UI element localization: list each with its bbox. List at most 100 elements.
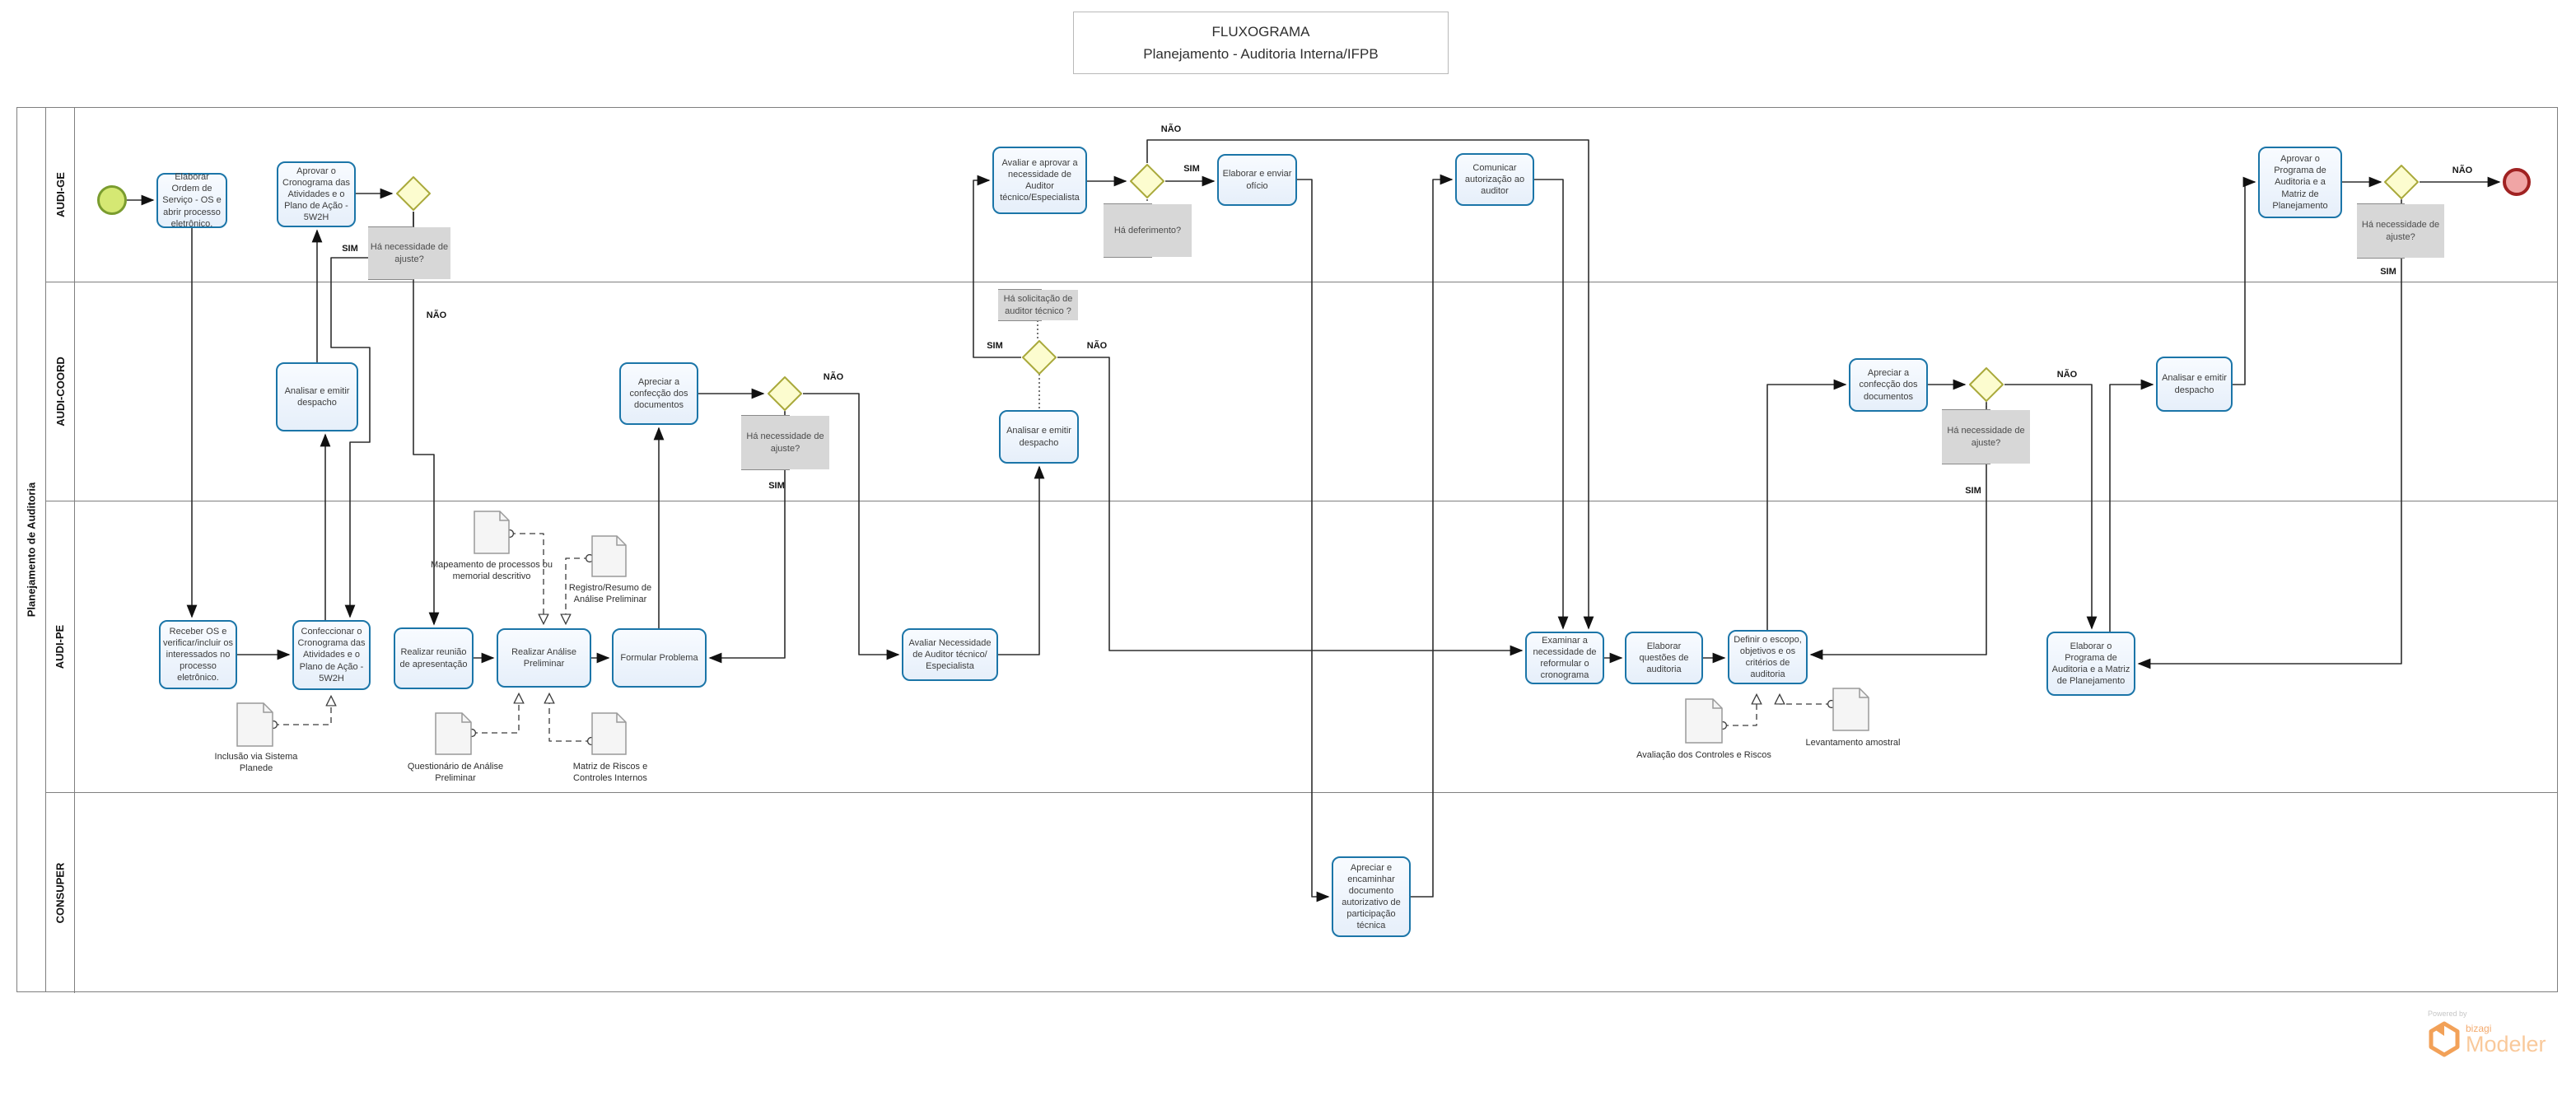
gateway-solicitacao[interactable]: [1021, 339, 1057, 380]
bizagi-product-text: Modeler: [2466, 1033, 2546, 1056]
assoc-matriz-to-analise: [549, 694, 591, 741]
doc-matriz-riscos-icon[interactable]: [591, 712, 627, 755]
diagram-subtitle: Planejamento - Auditoria Interna/IFPB: [1143, 46, 1378, 63]
doc-questionario-analise-icon[interactable]: [435, 712, 472, 755]
doc-matriz-riscos-label: Matriz de Riscos e Controles Internos: [553, 761, 668, 785]
label-sim-2: SIM: [768, 481, 785, 491]
label-sim-3: SIM: [1183, 164, 1200, 174]
annotation-ajuste-3: Há necessidade de ajuste?: [1942, 410, 2030, 464]
annotation-ajuste-1-text: Há necessidade de ajuste?: [370, 241, 449, 266]
annotation-ajuste-4: Há necessidade de ajuste?: [2357, 204, 2444, 258]
start-event[interactable]: [97, 185, 127, 215]
task-elaborar-enviar-oficio[interactable]: Elaborar e enviar ofício: [1217, 154, 1297, 206]
flow-comunicar-to-examinar: [1534, 180, 1563, 628]
task-analisar-despacho-1[interactable]: Analisar e emitir despacho: [276, 362, 358, 431]
powered-by-text: Powered by: [2428, 1010, 2546, 1018]
task-confeccionar-cronograma[interactable]: Confeccionar o Cronograma das Atividades…: [292, 620, 371, 690]
task-elaborar-enviar-oficio-label: Elaborar e enviar ofício: [1221, 168, 1293, 191]
task-realizar-reuniao[interactable]: Realizar reunião de apresentação: [394, 627, 474, 689]
task-aprovar-cronograma[interactable]: Aprovar o Cronograma das Atividades e o …: [277, 161, 356, 227]
task-comunicar-autorizacao-label: Comunicar autorização ao auditor: [1459, 162, 1530, 197]
doc-levantamento-amostral-icon[interactable]: [1832, 688, 1869, 731]
task-elaborar-questoes[interactable]: Elaborar questões de auditoria: [1625, 632, 1703, 684]
task-definir-escopo[interactable]: Definir o escopo, objetivos e os critéri…: [1728, 630, 1808, 684]
gateway-ajuste-2[interactable]: [767, 375, 803, 416]
assoc-levantamento-to-definir: [1780, 695, 1832, 704]
label-nao-5: NÃO: [2057, 370, 2077, 380]
end-event[interactable]: [2503, 168, 2531, 196]
doc-questionario-analise-label: Questionário de Análise Preliminar: [394, 761, 517, 785]
task-apreciar-encaminhar-label: Apreciar e encaminhar documento autoriza…: [1336, 862, 1407, 931]
doc-registro-resumo-icon[interactable]: [591, 535, 627, 577]
task-elaborar-programa-label: Elaborar o Programa de Auditoria e a Mat…: [2051, 641, 2131, 687]
task-examinar-necessidade[interactable]: Examinar a necessidade de reformular o c…: [1525, 632, 1604, 684]
task-realizar-analise-preliminar[interactable]: Realizar Análise Preliminar: [497, 628, 591, 688]
annotation-ajuste-1: Há necessidade de ajuste?: [368, 227, 450, 279]
doc-avaliacao-controles-icon[interactable]: [1685, 698, 1723, 744]
annotation-deferimento-text: Há deferimento?: [1114, 225, 1181, 237]
assoc-questionario-to-analise: [472, 694, 519, 733]
task-aprovar-programa[interactable]: Aprovar o Programa de Auditoria e a Matr…: [2258, 147, 2342, 218]
task-realizar-reuniao-label: Realizar reunião de apresentação: [398, 646, 469, 669]
task-receber-os-label: Receber OS e verificar/incluir os intere…: [163, 626, 233, 683]
task-apreciar-encaminhar[interactable]: Apreciar e encaminhar documento autoriza…: [1332, 856, 1411, 937]
gateway-ajuste-1[interactable]: [395, 175, 432, 216]
bizagi-hexagon-icon: [2428, 1021, 2461, 1057]
task-avaliar-necessidade-auditor[interactable]: Avaliar Necessidade de Auditor técnico/ …: [902, 628, 998, 681]
gateway-ajuste-3[interactable]: [1968, 366, 2004, 407]
task-avaliar-necessidade-auditor-label: Avaliar Necessidade de Auditor técnico/ …: [906, 637, 994, 672]
assoc-inclusao-to-confeccionar: [273, 697, 331, 725]
task-confeccionar-cronograma-label: Confeccionar o Cronograma das Atividades…: [296, 626, 366, 683]
gateway-deferimento[interactable]: [1129, 163, 1165, 203]
flow-definir-to-apreciar2: [1767, 385, 1846, 630]
gateway-ajuste-4[interactable]: [2383, 164, 2420, 204]
doc-inclusao-planede-label: Inclusão via Sistema Planede: [198, 751, 314, 775]
annotation-solicitacao: Há solicitação de auditor técnico ?: [998, 290, 1078, 320]
task-analisar-despacho-1-label: Analisar e emitir despacho: [280, 385, 354, 408]
task-examinar-necessidade-label: Examinar a necessidade de reformular o c…: [1529, 635, 1600, 681]
annotation-solicitacao-text: Há solicitação de auditor técnico ?: [1000, 293, 1076, 318]
label-sim-6: SIM: [2380, 267, 2396, 277]
task-formular-problema-label: Formular Problema: [620, 652, 698, 664]
annotation-ajuste-2-text: Há necessidade de ajuste?: [743, 431, 828, 455]
task-comunicar-autorizacao[interactable]: Comunicar autorização ao auditor: [1455, 153, 1534, 206]
task-definir-escopo-label: Definir o escopo, objetivos e os critéri…: [1732, 634, 1804, 680]
label-nao-3: NÃO: [1161, 124, 1181, 134]
task-apreciar-confeccao-2-label: Apreciar a confecção dos documentos: [1853, 367, 1924, 402]
task-analisar-despacho-2-label: Analisar e emitir despacho: [1003, 425, 1075, 448]
task-elaborar-ordem-servico[interactable]: Elaborar Ordem de Serviço - OS e abrir p…: [156, 173, 227, 228]
task-analisar-despacho-3[interactable]: Analisar e emitir despacho: [2156, 357, 2233, 412]
doc-registro-resumo-label: Registro/Resumo de Análise Preliminar: [565, 582, 656, 606]
flow-gw5-sim-to-elaborar-programa: [2139, 200, 2401, 664]
diagram-title: FLUXOGRAMA: [1211, 24, 1309, 40]
task-avaliar-aprovar-necessidade-label: Avaliar e aprovar a necessidade de Audit…: [996, 157, 1083, 203]
task-elaborar-questoes-label: Elaborar questões de auditoria: [1629, 641, 1699, 675]
task-realizar-analise-preliminar-label: Realizar Análise Preliminar: [501, 646, 587, 669]
bizagi-logo: Powered by bizagi Modeler: [2428, 1010, 2546, 1057]
flow-oficio-to-apreciar-encaminhar: [1297, 180, 1328, 897]
doc-inclusao-planede-icon[interactable]: [236, 702, 273, 747]
task-aprovar-cronograma-label: Aprovar o Cronograma das Atividades e o …: [281, 166, 352, 223]
task-formular-problema[interactable]: Formular Problema: [612, 628, 707, 688]
task-apreciar-confeccao-1[interactable]: Apreciar a confecção dos documentos: [619, 362, 698, 425]
task-receber-os[interactable]: Receber OS e verificar/incluir os intere…: [159, 620, 237, 689]
task-elaborar-ordem-servico-label: Elaborar Ordem de Serviço - OS e abrir p…: [161, 171, 223, 229]
task-apreciar-confeccao-2[interactable]: Apreciar a confecção dos documentos: [1849, 358, 1928, 412]
task-analisar-despacho-3-label: Analisar e emitir despacho: [2160, 372, 2228, 395]
doc-levantamento-amostral-label: Levantamento amostral: [1787, 737, 1919, 749]
task-avaliar-aprovar-necessidade[interactable]: Avaliar e aprovar a necessidade de Audit…: [992, 147, 1087, 214]
doc-mapeamento-processos-icon[interactable]: [474, 511, 510, 554]
label-sim-4: SIM: [987, 341, 1003, 351]
annotation-ajuste-2: Há necessidade de ajuste?: [741, 416, 829, 469]
task-elaborar-programa[interactable]: Elaborar o Programa de Auditoria e a Mat…: [2046, 632, 2135, 696]
label-nao-1: NÃO: [427, 310, 446, 320]
flow-gw-deferimento-nao-to-examinar: [1147, 140, 1589, 628]
flow-apreciar-encaminhar-to-comunicar: [1411, 180, 1452, 897]
task-apreciar-confeccao-1-label: Apreciar a confecção dos documentos: [623, 376, 694, 411]
flow-analisar3-to-aprovar-programa: [2233, 182, 2255, 385]
flow-elaborar-programa-to-analisar3: [2110, 385, 2153, 632]
label-sim-1: SIM: [342, 244, 358, 254]
task-analisar-despacho-2[interactable]: Analisar e emitir despacho: [999, 410, 1079, 464]
annotation-deferimento: Há deferimento?: [1104, 204, 1192, 257]
diagram-title-box: FLUXOGRAMA Planejamento - Auditoria Inte…: [1073, 12, 1449, 74]
